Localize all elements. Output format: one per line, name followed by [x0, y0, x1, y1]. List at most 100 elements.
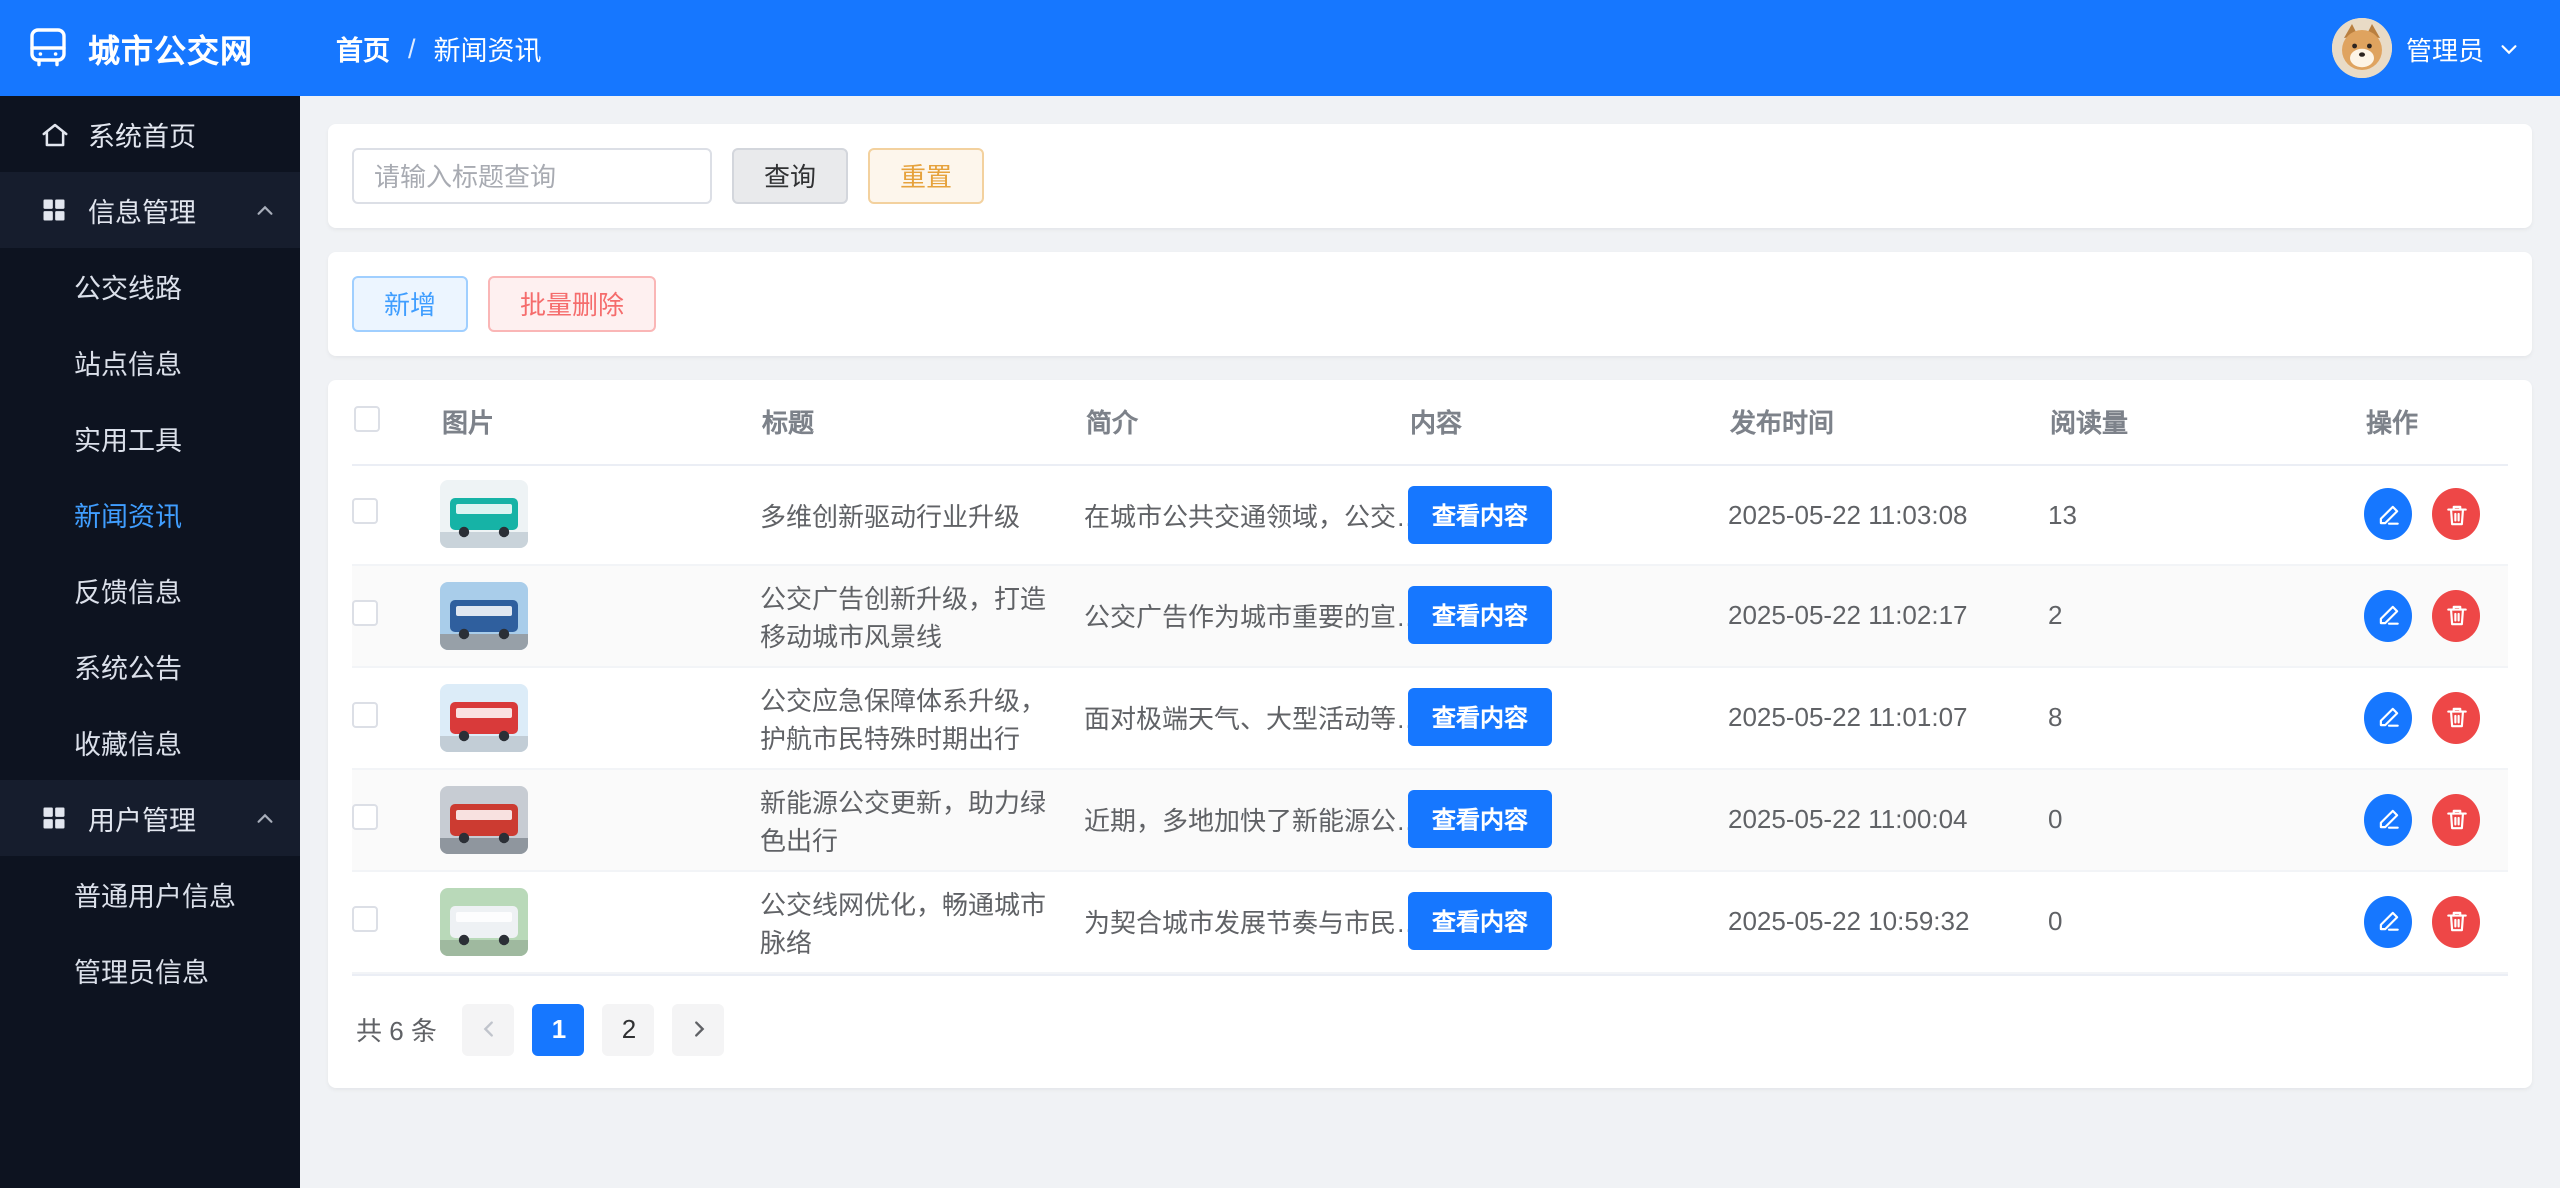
row-checkbox[interactable]	[352, 905, 378, 931]
sidebar-subitem[interactable]: 新闻资讯	[0, 476, 300, 552]
view-content-button[interactable]: 查看内容	[1408, 586, 1553, 644]
page-list: 1 2	[532, 1003, 655, 1055]
edit-button[interactable]	[2364, 691, 2412, 743]
sidebar-subitem-label: 公交线路	[74, 274, 182, 304]
delete-button[interactable]	[2432, 589, 2480, 641]
grid-icon	[40, 803, 70, 833]
table-row: 公交应急保障体系升级，护航市民特殊时期出行 面对极端天气、大型活动等… 查看内容…	[352, 666, 2508, 768]
row-checkbox[interactable]	[352, 803, 378, 829]
sidebar-subitem[interactable]: 反馈信息	[0, 552, 300, 628]
page-number-button[interactable]: 2	[602, 1003, 655, 1055]
column-title: 标题	[760, 380, 1084, 465]
sidebar-item[interactable]: 系统首页	[0, 96, 300, 172]
edit-button[interactable]	[2364, 793, 2412, 845]
column-publish-time: 发布时间	[1728, 380, 2048, 465]
page-number-button[interactable]: 1	[532, 1003, 585, 1055]
brand-title: 城市公交网	[88, 36, 254, 70]
search-toolbar: 查询 重置	[328, 124, 2532, 228]
column-reads: 阅读量	[2048, 380, 2364, 465]
view-content-button[interactable]: 查看内容	[1408, 790, 1553, 848]
sidebar-subitem[interactable]: 实用工具	[0, 400, 300, 476]
column-intro: 简介	[1084, 380, 1408, 465]
sidebar-subitem-label: 反馈信息	[74, 578, 182, 608]
read-count: 2	[2048, 600, 2063, 630]
main-content: 查询 重置 新增 批量删除 图片 标题 简介 内容 发布时间 阅读量 操	[300, 96, 2560, 1188]
reset-button[interactable]: 重置	[868, 148, 985, 204]
search-input[interactable]	[352, 148, 712, 204]
view-content-button[interactable]: 查看内容	[1408, 485, 1553, 543]
sidebar-subitem-label: 收藏信息	[74, 730, 182, 760]
bus-photo	[440, 887, 528, 955]
publish-time: 2025-05-22 11:03:08	[1728, 499, 1968, 529]
bus-photo	[440, 480, 528, 548]
chevron-up-icon	[254, 199, 276, 221]
bus-photo	[440, 785, 528, 853]
pagination-total: 共 6 条	[356, 1016, 437, 1046]
breadcrumb-home[interactable]: 首页	[336, 28, 390, 68]
bus-photo	[440, 581, 528, 649]
publish-time: 2025-05-22 10:59:32	[1728, 906, 1970, 936]
column-operations: 操作	[2364, 380, 2508, 465]
sidebar-subitem-label: 管理员信息	[74, 958, 209, 988]
delete-button[interactable]	[2432, 488, 2480, 540]
delete-button[interactable]	[2432, 691, 2480, 743]
news-intro: 在城市公共交通领域，公交…	[1084, 501, 1408, 531]
user-name[interactable]: 管理员	[2406, 29, 2484, 67]
sidebar-subitem[interactable]: 站点信息	[0, 324, 300, 400]
batch-delete-button[interactable]: 批量删除	[488, 276, 657, 332]
sidebar-group[interactable]: 用户管理	[0, 780, 300, 856]
edit-button[interactable]	[2364, 488, 2412, 540]
prev-page-button[interactable]	[462, 1003, 515, 1055]
publish-time: 2025-05-22 11:02:17	[1728, 600, 1968, 630]
sidebar-subitem-label: 普通用户信息	[74, 882, 236, 912]
sidebar-subitem[interactable]: 公交线路	[0, 248, 300, 324]
table-header-row: 图片 标题 简介 内容 发布时间 阅读量 操作	[352, 380, 2508, 465]
grid-icon	[40, 195, 70, 225]
table-row: 多维创新驱动行业升级 在城市公共交通领域，公交… 查看内容 2025-05-22…	[352, 464, 2508, 564]
sidebar-group-label: 用户管理	[88, 806, 196, 836]
breadcrumb-current: 新闻资讯	[433, 36, 542, 66]
row-operations	[2364, 895, 2480, 947]
view-content-button[interactable]: 查看内容	[1408, 892, 1553, 950]
select-all-checkbox[interactable]	[354, 405, 380, 432]
read-count: 8	[2048, 702, 2063, 732]
sidebar-group[interactable]: 信息管理	[0, 172, 300, 248]
sidebar-subitem[interactable]: 系统公告	[0, 628, 300, 704]
bus-photo	[440, 683, 528, 751]
row-checkbox[interactable]	[352, 599, 378, 625]
sidebar-subitem-label: 实用工具	[74, 426, 182, 456]
sidebar-subitem-label: 站点信息	[74, 350, 182, 380]
avatar[interactable]	[2331, 18, 2392, 78]
search-button[interactable]: 查询	[732, 148, 849, 204]
sidebar-subitem-label: 新闻资讯	[74, 502, 182, 532]
top-header: 城市公交网 首页 / 新闻资讯 管理员	[0, 0, 2560, 96]
row-operations	[2364, 589, 2480, 641]
bus-logo-icon	[24, 24, 72, 72]
table-row: 公交线网优化，畅通城市脉络 为契合城市发展节奏与市民… 查看内容 2025-05…	[352, 870, 2508, 972]
next-page-button[interactable]	[672, 1003, 725, 1055]
row-checkbox[interactable]	[352, 701, 378, 727]
add-button[interactable]: 新增	[352, 276, 469, 332]
action-toolbar: 新增 批量删除	[328, 252, 2532, 356]
delete-button[interactable]	[2432, 793, 2480, 845]
view-content-button[interactable]: 查看内容	[1408, 688, 1553, 746]
sidebar: 系统首页 信息管理 公交线路 站点信息 实用工具 新闻资讯 反馈信息 系统公告 …	[0, 96, 300, 1188]
user-menu[interactable]: 管理员	[2331, 18, 2560, 78]
sidebar-subitem[interactable]: 收藏信息	[0, 704, 300, 780]
read-count: 0	[2048, 906, 2063, 936]
app-window: 城市公交网 首页 / 新闻资讯 管理员 系统首页 信息管理 公交线路 站点信息 …	[0, 0, 2560, 1188]
edit-button[interactable]	[2364, 895, 2412, 947]
delete-button[interactable]	[2432, 895, 2480, 947]
home-icon	[40, 119, 70, 149]
column-image: 图片	[440, 380, 760, 465]
read-count: 0	[2048, 804, 2063, 834]
sidebar-subitem[interactable]: 管理员信息	[0, 932, 300, 1008]
table-row: 新能源公交更新，助力绿色出行 近期，多地加快了新能源公… 查看内容 2025-0…	[352, 768, 2508, 870]
sidebar-menu: 系统首页 信息管理 公交线路 站点信息 实用工具 新闻资讯 反馈信息 系统公告 …	[0, 96, 300, 1008]
edit-button[interactable]	[2364, 589, 2412, 641]
breadcrumb-separator: /	[408, 33, 416, 63]
row-operations	[2364, 691, 2480, 743]
sidebar-subitem[interactable]: 普通用户信息	[0, 856, 300, 932]
row-checkbox[interactable]	[352, 498, 378, 524]
row-operations	[2364, 793, 2480, 845]
